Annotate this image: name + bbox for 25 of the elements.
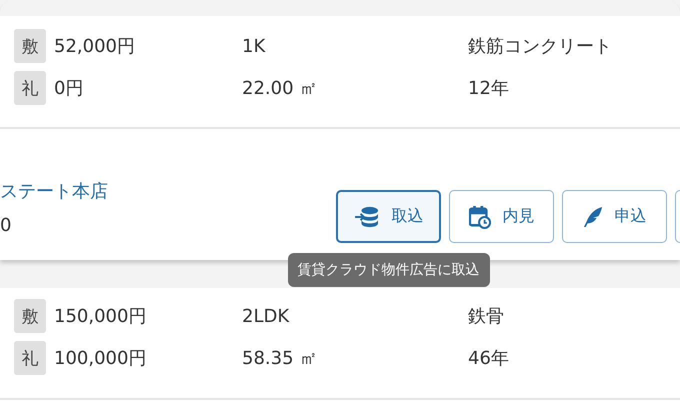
deposit-value: 52,000円 [54,35,135,58]
table-cell-text: 鉄骨 [468,305,504,328]
table-cell-text: 22.00 ㎡ [242,77,318,100]
action-button[interactable] [675,190,680,243]
table-cell-text: 58.35 ㎡ [242,347,318,370]
label-tag: 礼 [14,341,46,375]
table-cell-text: 46年 [468,347,509,370]
agency-text: 0 [0,214,12,238]
calendar-clock-icon [468,204,490,228]
tooltip: 賃貸クラウド物件広告に取込 [288,253,490,287]
label-tag: 礼 [14,71,46,105]
database-arrow-icon [354,206,380,228]
key-money-value: 0円 [54,77,84,100]
agency-link[interactable]: ステート本店 [0,180,108,204]
action-button[interactable]: 申込 [562,190,667,243]
label-tag: 敷 [14,29,46,63]
label-tag: 敷 [14,299,46,333]
table-cell-text: 鉄筋コンクリート [468,35,612,58]
deposit-value: 150,000円 [54,305,146,328]
table-cell: 1K [242,36,266,56]
table-cell-text: 12年 [468,77,509,100]
action-button[interactable]: 内見 [449,190,554,243]
key-money-value: 100,000円 [54,347,146,370]
table-cell: 2LDK [242,306,290,326]
feather-icon [582,206,602,228]
